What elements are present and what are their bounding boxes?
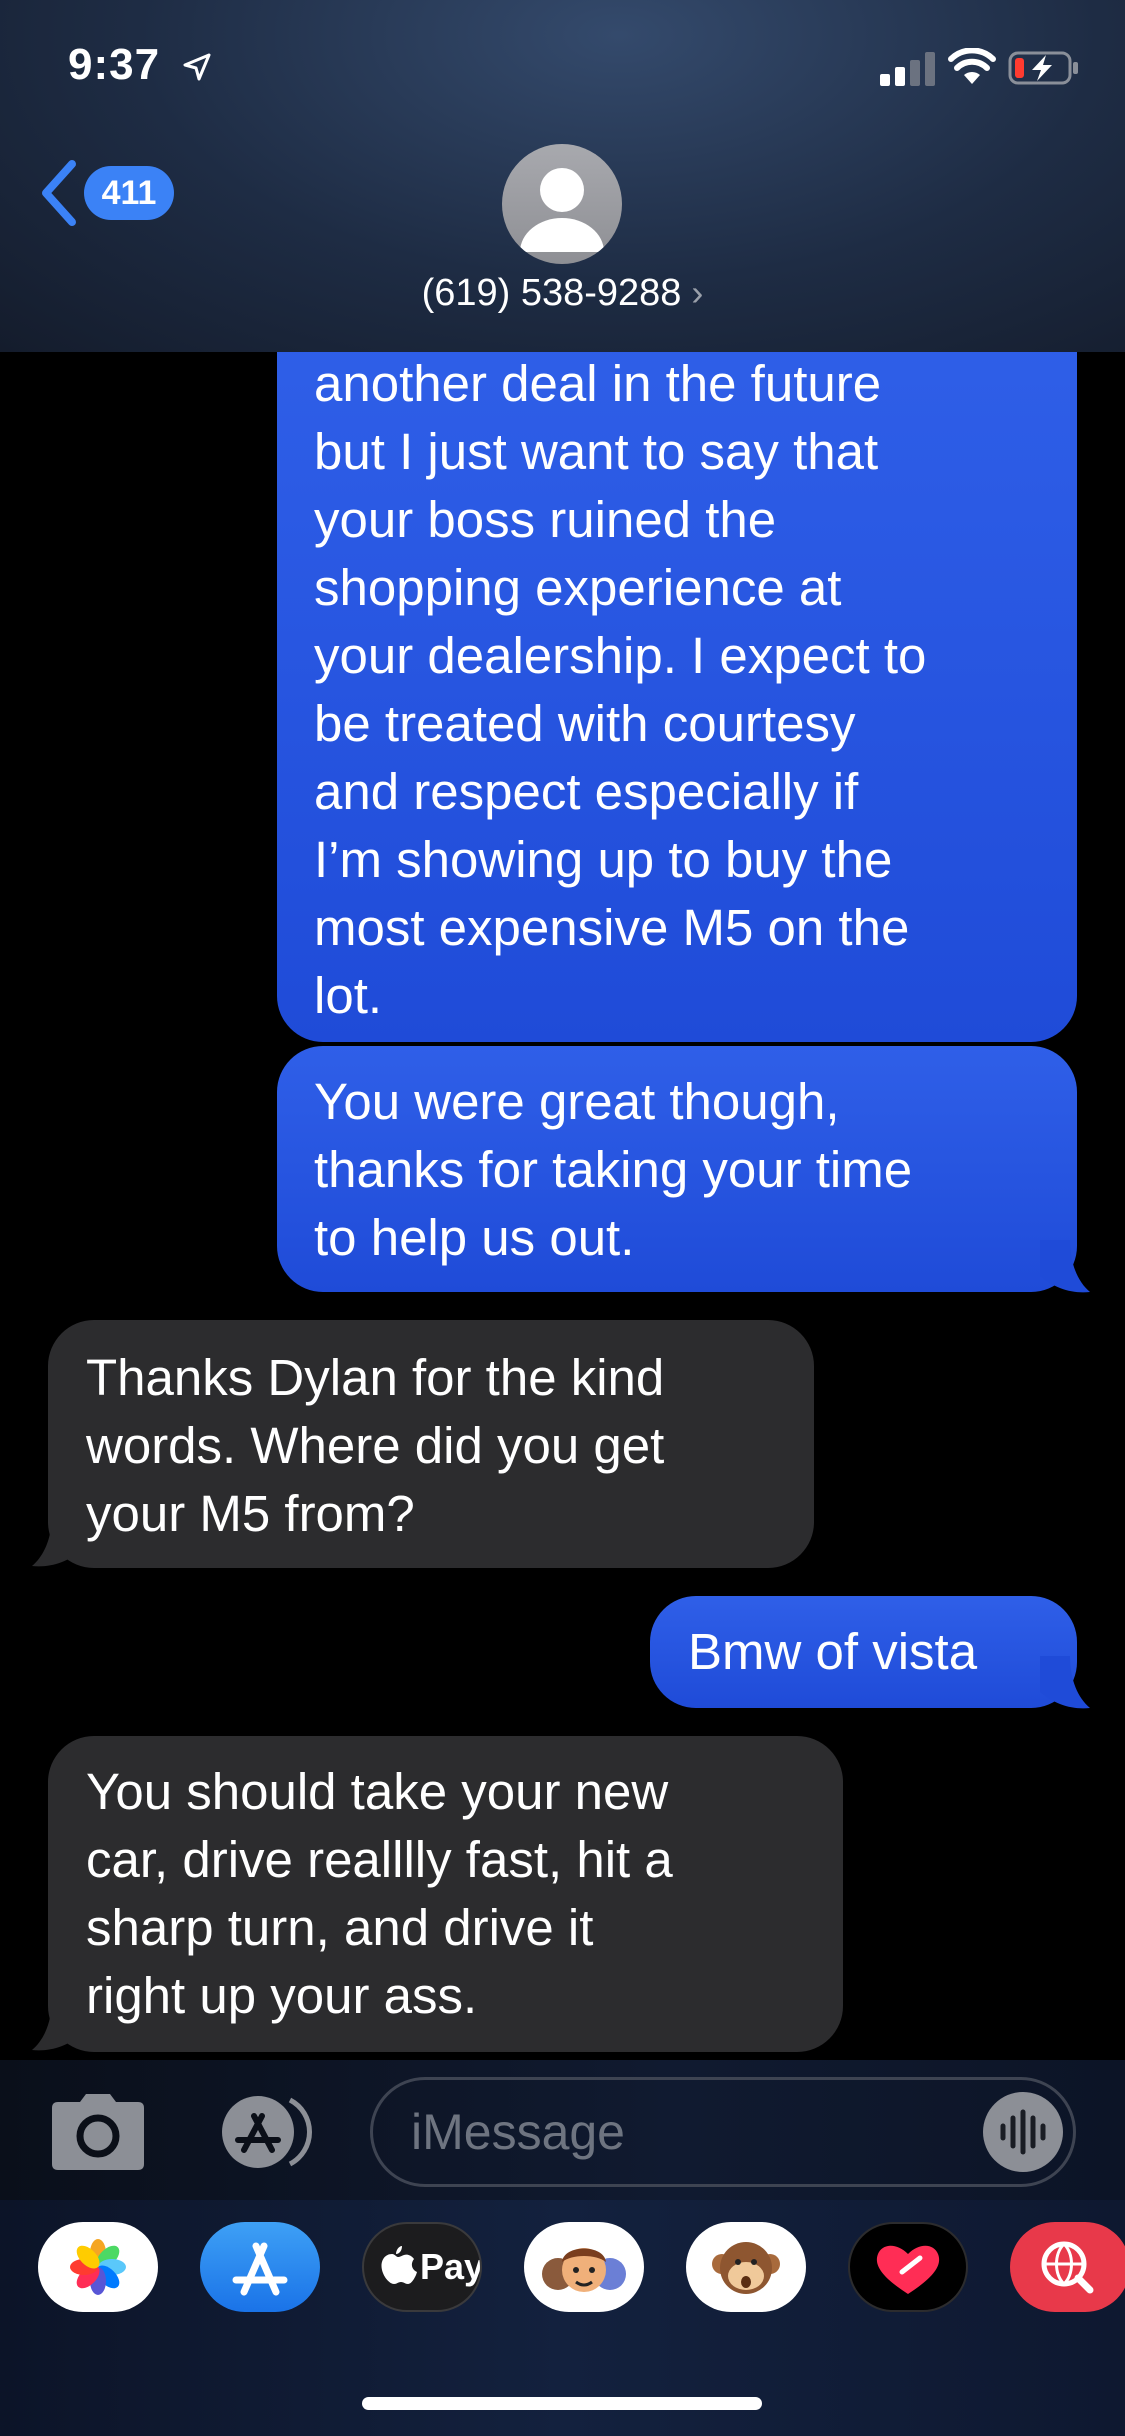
message-line: You should take your new [86,1763,669,1820]
memoji-icon[interactable] [524,2222,644,2312]
heart-glyph [876,2245,940,2294]
message-line: Thanks Dylan for the kind [86,1349,665,1406]
back-chevron-icon[interactable] [36,158,86,228]
outgoing-message-bubble[interactable]: Bmw of vista [650,1596,1077,1708]
apple-pay-icon[interactable]: Pay [362,2222,482,2312]
app-store-glyph [232,2242,288,2296]
monkey-face-glyph [712,2242,780,2294]
incoming-message-bubble[interactable]: You should take your new car, drive real… [48,1736,843,2052]
location-arrow-icon [183,53,211,81]
digital-touch-icon[interactable] [848,2222,968,2312]
camera-icon[interactable] [50,2092,146,2172]
message-line: most expensive M5 on the [314,899,910,956]
message-line: thanks for taking your time [314,1141,913,1198]
incoming-message-bubble[interactable]: Thanks Dylan for the kind words. Where d… [48,1320,814,1568]
globe-magnifier-glyph [1041,2241,1094,2294]
photos-icon[interactable] [38,2222,158,2312]
message-line: You were great though, [314,1073,840,1130]
message-line: and respect especially if [314,763,859,820]
contact-phone-number: (619) 538-9288 [421,272,682,314]
message-line: car, drive realllly fast, hit a [86,1831,673,1888]
message-line: shopping experience at [314,559,842,616]
memoji-faces-glyph [542,2248,626,2292]
chevron-right-icon: › [691,272,704,313]
imessage-input[interactable]: iMessage [370,2077,1076,2187]
contact-avatar[interactable] [502,144,622,264]
message-line: to help us out. [314,1209,635,1266]
waveform-glyph [1000,2109,1046,2155]
status-time: 9:37 [68,40,161,89]
message-line: right up your ass. [86,1967,478,2024]
outgoing-bubble-tail [1040,1240,1090,1293]
incoming-bubble-tail [32,1998,82,2051]
outgoing-message-bubble[interactable]: another deal in the future but I just wa… [277,330,1077,1042]
web-search-icon[interactable] [1010,2222,1125,2312]
audio-waveform-icon[interactable] [983,2092,1063,2172]
imessage-placeholder: iMessage [411,2104,625,2160]
cellular-signal-icon [880,52,935,86]
outgoing-bubble-tail [1040,1656,1090,1709]
message-line: words. Where did you get [86,1417,665,1474]
contact-name[interactable]: (619) 538-9288 › [0,272,1125,315]
message-line: your dealership. I expect to [314,627,927,684]
unread-count-badge[interactable]: 411 [84,166,174,220]
photos-flower-glyph [70,2239,126,2295]
message-line: lot. [314,967,383,1024]
animoji-monkey-icon[interactable] [686,2222,806,2312]
message-line: sharp turn, and drive it [86,1899,594,1956]
app-store-icon[interactable] [200,2222,320,2312]
message-line: your M5 from? [86,1485,415,1542]
wifi-icon [948,48,996,84]
home-indicator[interactable] [362,2397,762,2410]
apple-pay-label: Pay [420,2246,482,2287]
person-silhouette-icon [520,168,604,252]
message-line: I’m showing up to buy the [314,831,893,888]
battery-charging-icon [1008,51,1078,85]
outgoing-message-bubble[interactable]: You were great though, thanks for taking… [277,1046,1077,1292]
message-line: be treated with courtesy [314,695,856,752]
message-line: another deal in the future [314,355,882,412]
message-line: Bmw of vista [688,1623,978,1680]
incoming-bubble-tail [32,1514,82,1567]
app-store-apps-icon[interactable] [210,2092,320,2172]
message-line: but I just want to say that [314,423,879,480]
message-line: your boss ruined the [314,491,777,548]
